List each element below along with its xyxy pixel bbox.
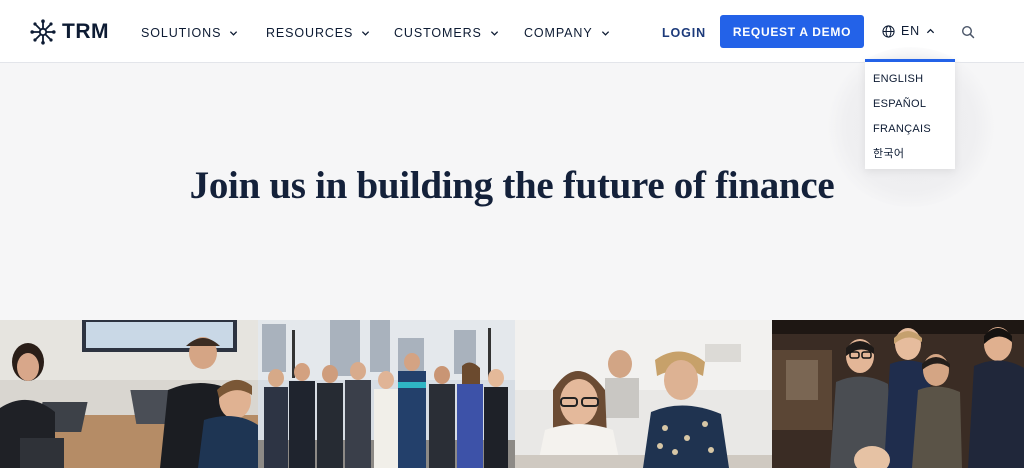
request-demo-button[interactable]: REQUEST A DEMO — [720, 15, 864, 48]
chevron-down-icon — [601, 30, 609, 36]
nav-resources[interactable]: RESOURCES — [266, 24, 370, 42]
login-link[interactable]: LOGIN — [662, 26, 706, 40]
chevron-down-icon — [490, 30, 498, 36]
nav-solutions-label: SOLUTIONS — [141, 26, 222, 40]
language-option-french[interactable]: FRANÇAIS — [865, 120, 955, 145]
nav-resources-label: RESOURCES — [266, 26, 354, 40]
language-selector[interactable]: EN — [882, 24, 935, 38]
nav-company[interactable]: COMPANY — [524, 24, 610, 42]
nav-customers-label: CUSTOMERS — [394, 26, 482, 40]
globe-icon — [882, 24, 895, 38]
chevron-down-icon — [230, 30, 238, 36]
chevron-down-icon — [362, 30, 370, 36]
hero-title: Join us in building the future of financ… — [189, 164, 835, 207]
language-label: EN — [901, 24, 920, 38]
team-waterfront-photo — [258, 320, 515, 468]
site-header: TRM SOLUTIONS RESOURCES CUSTOMERS COMPAN… — [0, 0, 1024, 63]
language-option-spanish[interactable]: ESPAÑOL — [865, 95, 955, 120]
trm-logo[interactable]: TRM — [30, 19, 109, 45]
trm-logo-icon — [30, 19, 56, 45]
language-option-english[interactable]: ENGLISH — [865, 70, 955, 95]
coworkers-desk-photo — [515, 320, 772, 468]
office-meeting-photo — [0, 320, 258, 468]
nav-customers[interactable]: CUSTOMERS — [394, 24, 499, 42]
nav-company-label: COMPANY — [524, 26, 593, 40]
team-event-photo — [772, 320, 1024, 468]
photo-strip — [0, 320, 1024, 468]
language-dropdown: ENGLISH ESPAÑOL FRANÇAIS 한국어 — [865, 59, 955, 169]
chevron-up-icon — [926, 28, 935, 33]
search-icon[interactable] — [961, 25, 975, 39]
nav-solutions[interactable]: SOLUTIONS — [141, 24, 238, 42]
brand-name: TRM — [62, 20, 109, 43]
